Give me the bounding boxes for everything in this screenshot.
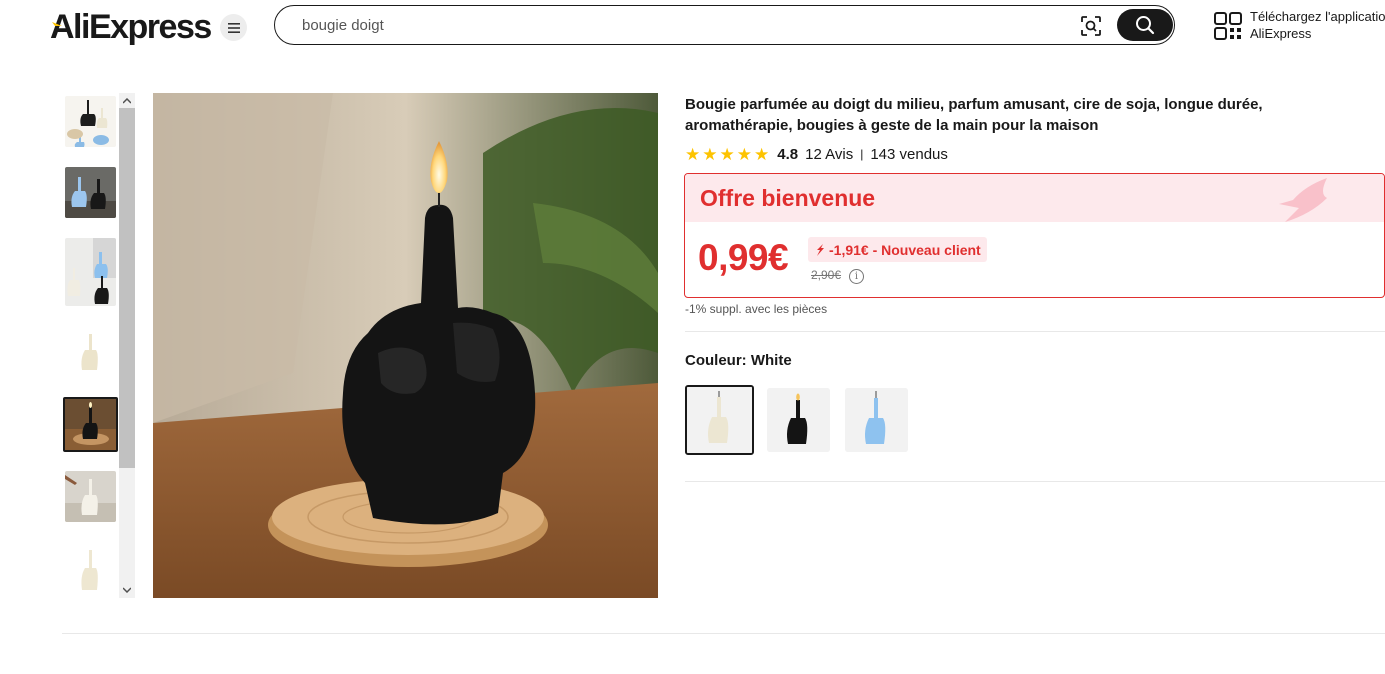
color-label: Couleur: White <box>685 352 792 369</box>
thumbnail-5[interactable] <box>63 397 118 452</box>
thumbnail-1[interactable] <box>65 96 116 147</box>
reviews-link[interactable]: 12 Avis <box>805 146 853 163</box>
thumbnail-image <box>65 238 116 306</box>
current-price: 0,99€ <box>698 237 789 278</box>
thumbnail-2[interactable] <box>65 167 116 218</box>
color-option-white[interactable] <box>685 385 754 455</box>
divider <box>685 331 1385 332</box>
app-download-link[interactable]: Téléchargez l'application AliExpress <box>1250 8 1385 42</box>
color-swatch-image <box>687 387 752 453</box>
sold-count: 143 vendus <box>870 145 948 163</box>
star-rating: ★ ★ ★ ★ ★ <box>685 146 769 163</box>
thumbnail-6[interactable] <box>65 471 116 522</box>
offer-header: Offre bienvenue <box>685 174 1384 222</box>
star-icon: ★ <box>754 144 770 164</box>
scrollbar-thumb[interactable] <box>119 108 135 468</box>
color-swatch-image <box>767 388 830 452</box>
rating-value: 4.8 <box>777 145 799 163</box>
search-button[interactable] <box>1117 9 1173 41</box>
rating-row: ★ ★ ★ ★ ★ 4.8 12 Avis | 143 vendus <box>685 145 948 163</box>
aliexpress-logo[interactable]: AliExpress <box>50 8 212 47</box>
welcome-offer-box: Offre bienvenue 0,99€ -1,91€ - Nouveau c… <box>684 173 1385 298</box>
scroll-up-icon[interactable] <box>119 93 135 108</box>
search-bar <box>274 5 1175 45</box>
thumbnail-7[interactable] <box>65 544 116 595</box>
thumbnail-3[interactable] <box>65 238 116 306</box>
thumbnail-image <box>65 167 116 218</box>
logo-star-icon <box>52 22 62 26</box>
hamburger-icon <box>227 22 240 33</box>
color-swatch-image <box>845 388 908 452</box>
thumbnail-image <box>65 471 116 522</box>
main-product-image[interactable] <box>153 93 658 598</box>
app-download-line1: Téléchargez l'application <box>1250 9 1385 24</box>
thumbnail-image <box>65 96 116 147</box>
thumbnail-image <box>65 399 116 450</box>
info-icon[interactable]: i <box>849 269 864 284</box>
star-icon: ★ <box>685 144 701 164</box>
qr-code-icon[interactable] <box>1213 11 1243 41</box>
app-download-line2: AliExpress <box>1250 26 1312 41</box>
original-price: 2,90€ <box>811 268 842 282</box>
offer-decoration-icon <box>1279 178 1327 222</box>
thumbnail-list <box>62 93 120 598</box>
product-photo <box>153 93 658 598</box>
thumbnail-image <box>65 328 116 379</box>
separator: | <box>860 147 864 161</box>
star-icon: ★ <box>702 144 718 164</box>
lightning-icon <box>817 243 824 256</box>
color-option-blue[interactable] <box>845 388 908 452</box>
scroll-down-icon[interactable] <box>119 582 135 597</box>
product-title: Bougie parfumée au doigt du milieu, parf… <box>685 96 1263 134</box>
star-icon: ★ <box>719 144 735 164</box>
star-icon: ★ <box>736 144 752 164</box>
header: AliExpress Téléchargez l'application Ali… <box>0 0 1385 56</box>
divider <box>62 633 1385 634</box>
discount-text: -1,91€ - Nouveau client <box>829 241 981 258</box>
thumbnail-image <box>65 544 116 595</box>
search-icon <box>1136 16 1155 35</box>
color-option-black[interactable] <box>767 388 830 452</box>
thumbnail-4[interactable] <box>65 328 116 379</box>
image-search-icon[interactable] <box>1080 15 1102 37</box>
divider <box>685 481 1385 482</box>
offer-title: Offre bienvenue <box>700 185 876 211</box>
new-customer-discount-badge: -1,91€ - Nouveau client <box>808 237 987 262</box>
coins-note: -1% suppl. avec les pièces <box>685 302 828 316</box>
search-input[interactable] <box>302 14 1062 36</box>
menu-button[interactable] <box>220 14 247 41</box>
